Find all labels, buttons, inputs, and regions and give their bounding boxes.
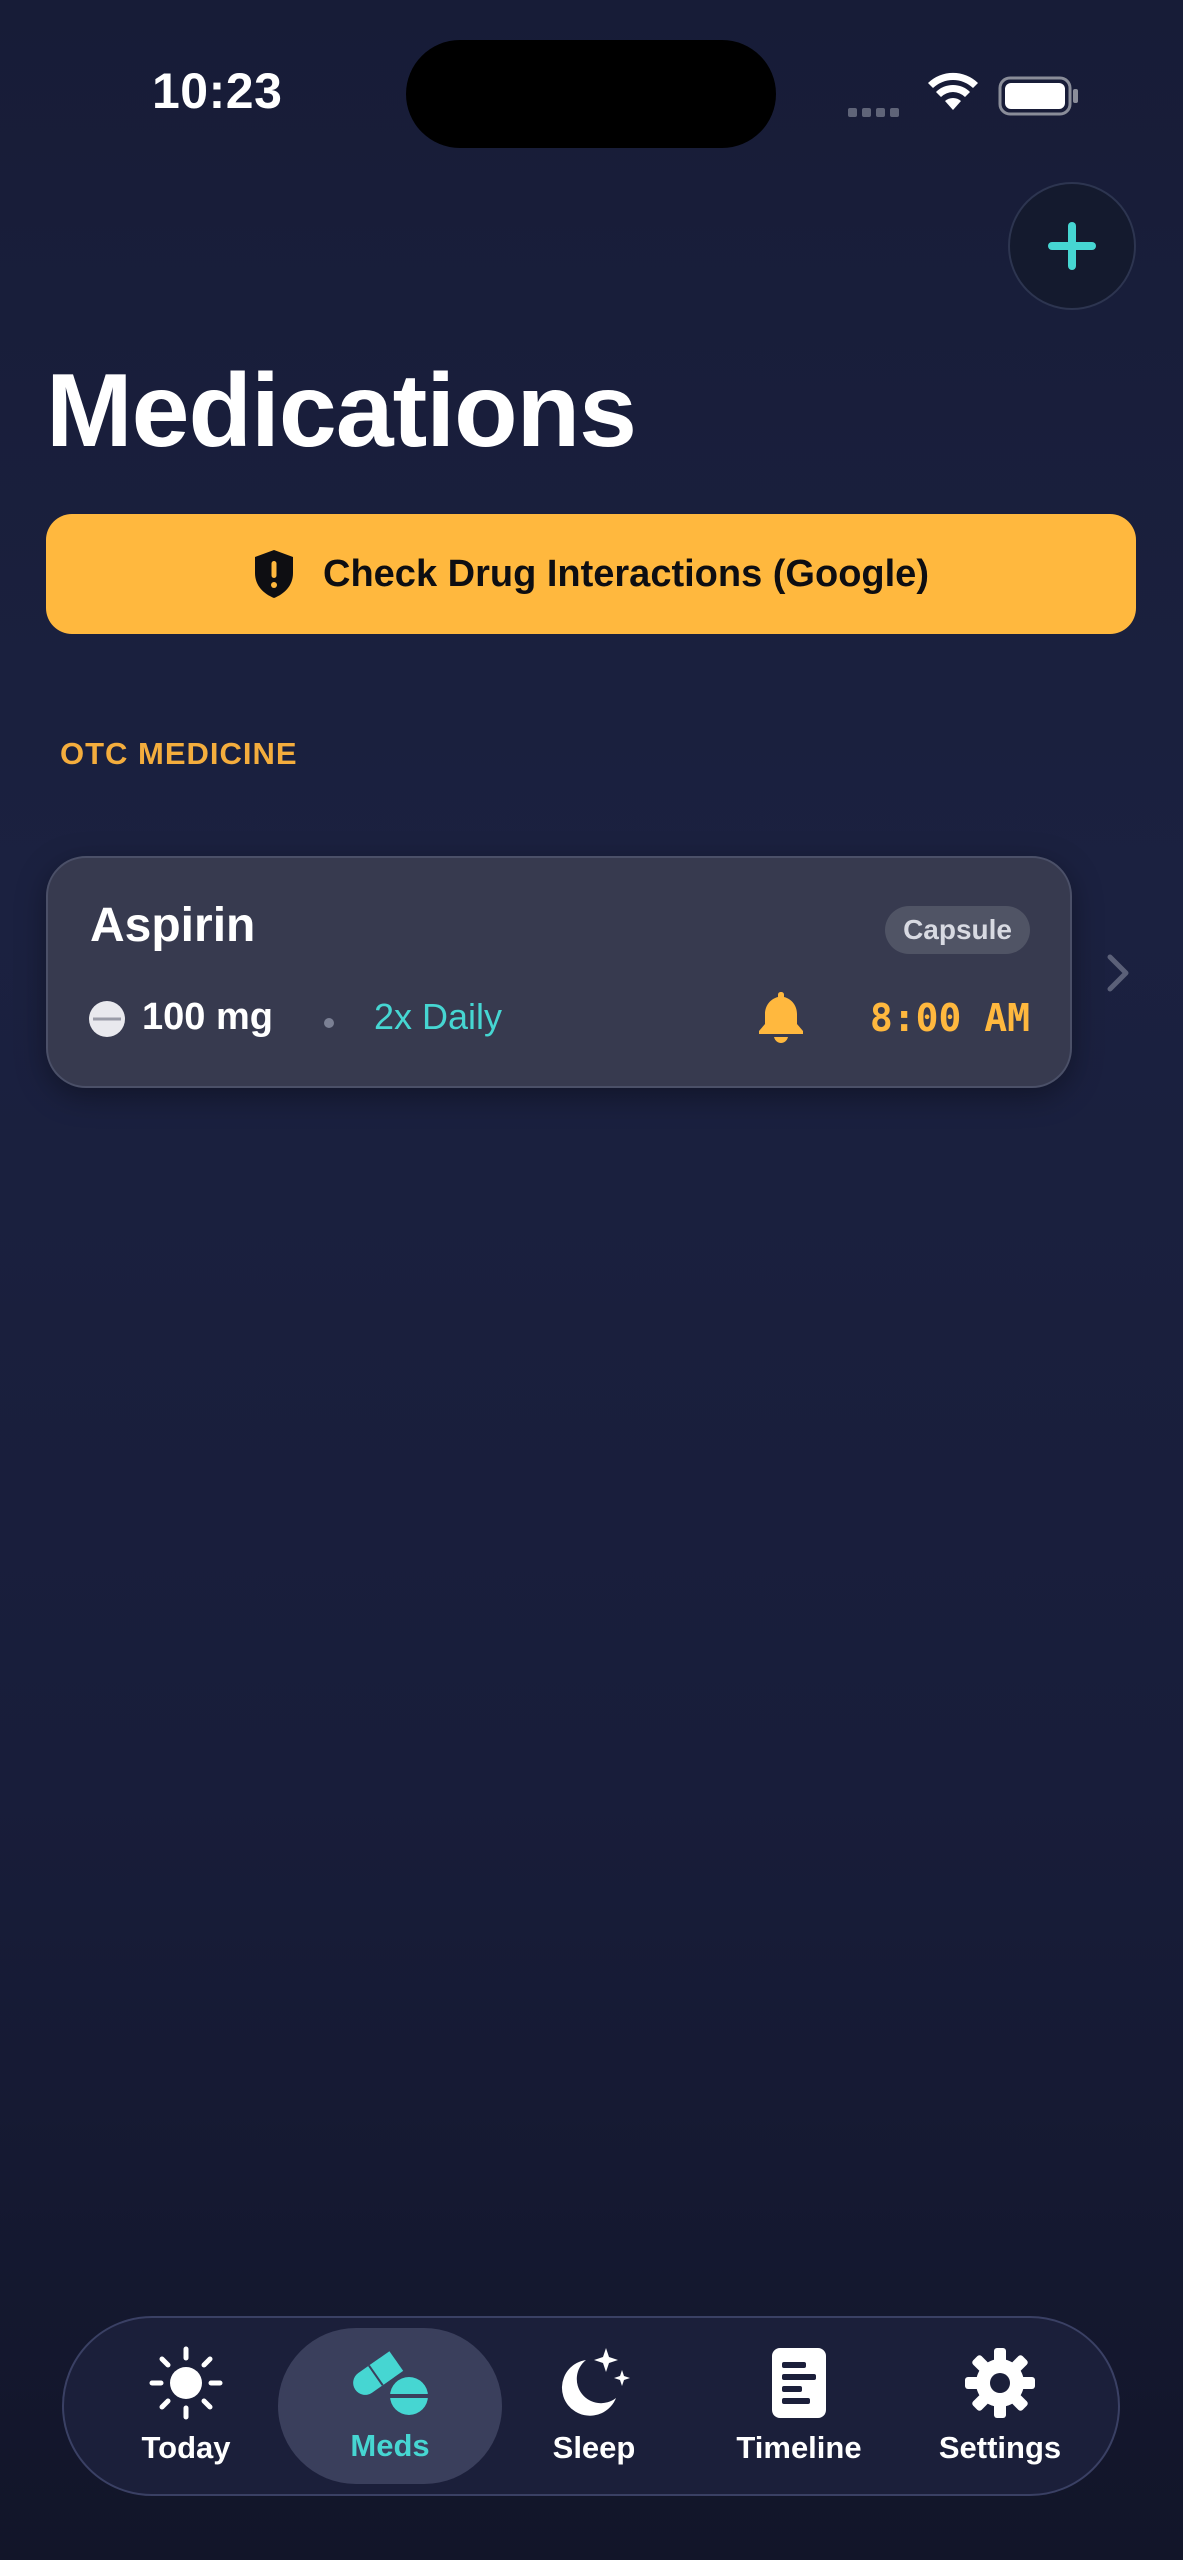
page-title: Medications [46, 353, 637, 469]
shield-alert-icon [255, 550, 294, 598]
tab-sleep-label: Sleep [552, 2430, 636, 2465]
chevron-right-icon[interactable] [1104, 952, 1132, 999]
status-time: 10:23 [152, 63, 283, 119]
check-drug-interactions-button[interactable]: Check Drug Interactions (Google) [46, 514, 1136, 634]
plus-icon [1048, 222, 1096, 270]
section-header: OTC MEDICINE [60, 736, 298, 771]
tab-bar: Today Meds Sleep Timeline Settings [62, 2316, 1120, 2496]
battery-icon [998, 76, 1080, 121]
medication-dose: 100 mg [142, 996, 273, 1038]
add-medication-button[interactable] [1008, 182, 1136, 310]
wifi-icon [926, 72, 980, 117]
medication-name: Aspirin [90, 899, 256, 952]
document-list-icon [772, 2348, 826, 2418]
tab-meds[interactable]: Meds [278, 2328, 502, 2484]
tab-timeline-label: Timeline [736, 2430, 862, 2465]
tab-today-label: Today [141, 2430, 231, 2465]
cellular-signal-icon [848, 104, 904, 122]
pills-icon [353, 2351, 428, 2415]
tab-today[interactable]: Today [124, 2328, 248, 2484]
moon-stars-icon [561, 2348, 630, 2416]
reminder-time: 8:00 AM [869, 996, 1030, 1040]
tab-timeline[interactable]: Timeline [724, 2328, 874, 2484]
sun-icon [149, 2346, 223, 2420]
tab-sleep[interactable]: Sleep [534, 2328, 654, 2484]
separator-dot [324, 1018, 334, 1028]
check-drug-interactions-label: Check Drug Interactions (Google) [323, 552, 929, 595]
gear-icon [965, 2348, 1035, 2418]
dynamic-island [406, 40, 776, 148]
tab-settings-label: Settings [938, 2430, 1062, 2465]
tab-meds-label: Meds [350, 2428, 430, 2463]
tab-settings[interactable]: Settings [926, 2328, 1074, 2484]
pill-icon [88, 1000, 126, 1043]
medication-form-badge: Capsule [885, 906, 1030, 954]
medication-card[interactable]: Aspirin Capsule 100 mg 2x Daily 8:00 AM [46, 856, 1072, 1088]
bell-icon [756, 990, 806, 1049]
medication-frequency: 2x Daily [374, 996, 503, 1037]
